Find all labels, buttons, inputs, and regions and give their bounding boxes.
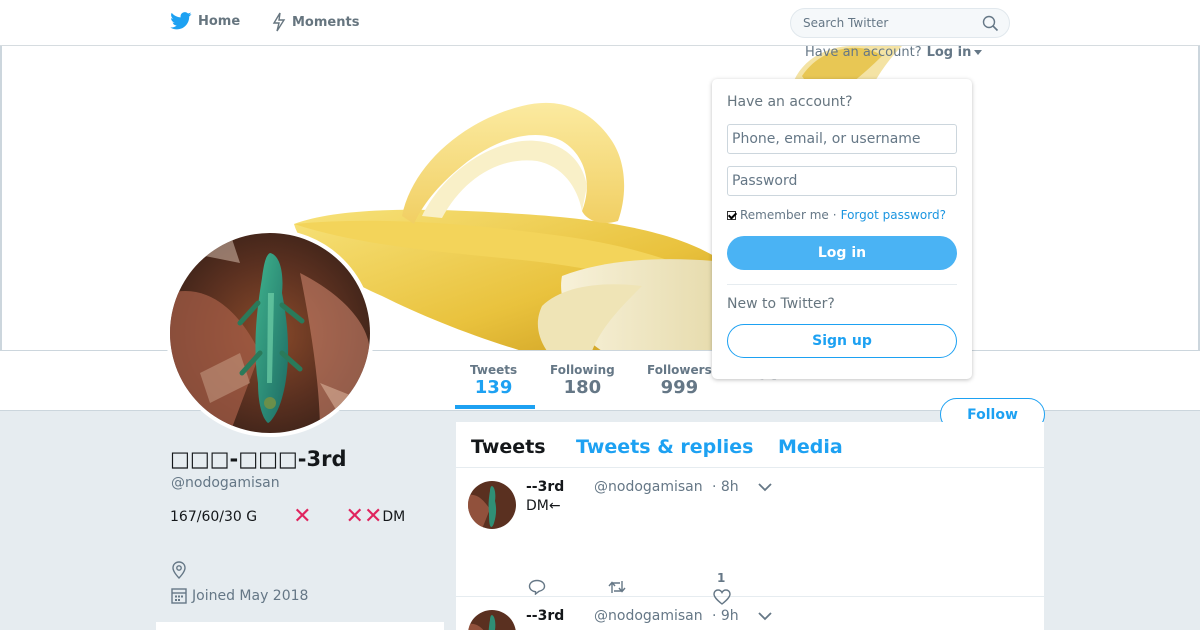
signup-heading: New to Twitter? [727,296,835,312]
stat-following[interactable]: Following 180 [550,363,615,398]
login-button[interactable]: Log in [727,236,957,270]
profile-joined-date: Joined May 2018 [171,587,308,604]
login-heading: Have an account? [727,94,853,110]
sidebar-card [156,622,444,630]
nav-home-label: Home [198,13,241,29]
tweet-author-name[interactable]: --3rd [526,608,564,624]
tweet[interactable]: --3rd @nodogamisan · 8h DM← 1 [456,469,1044,605]
nav-moments-label: Moments [292,14,360,30]
stat-label: Followers [647,363,712,377]
stat-value: 139 [474,377,513,398]
stat-value: 999 [660,377,699,398]
retweet-icon[interactable] [608,579,626,595]
bio-red-mark: ✕✕ [345,504,383,529]
timeline-tabs: Tweets Tweets & replies Media [456,422,1044,468]
tweet-author-handle[interactable]: @nodogamisan [594,608,703,624]
active-stat-underline [455,405,535,409]
login-toggle-prompt: Have an account? [805,45,922,60]
signup-button[interactable]: Sign up [727,324,957,358]
remember-checkbox[interactable] [727,210,736,220]
tab-tweets[interactable]: Tweets [471,436,546,458]
calendar-icon [171,588,187,604]
chevron-down-icon[interactable] [758,612,772,621]
profile-avatar[interactable] [166,229,374,437]
stat-value: 180 [563,377,602,398]
bio-red-mark: ✕ [293,504,312,529]
twitter-bird-icon [170,12,192,30]
nav-moments[interactable]: Moments [272,12,359,32]
like-count: 1 [717,571,726,585]
stat-label: Tweets [470,363,518,377]
stat-tweets[interactable]: Tweets 139 [470,363,517,398]
location-pin-icon [172,561,186,579]
remember-row: Remember me · Forgot password? [727,208,946,222]
nav-home[interactable]: Home [170,12,240,30]
separator-dot: · [832,208,837,222]
tweet[interactable]: --3rd @nodogamisan · 9h [456,598,1044,630]
chevron-down-icon[interactable] [758,483,772,492]
timeline: Tweets Tweets & replies Media --3rd @nod… [456,422,1044,630]
top-navigation-bar: Home Moments [0,0,1200,46]
username-field[interactable] [727,124,957,154]
login-dropdown: Have an account? Remember me · Forgot pa… [712,79,972,379]
tweet-avatar[interactable] [468,481,516,529]
tweet-timestamp[interactable]: · 9h [712,608,739,624]
forgot-password-link[interactable]: Forgot password? [841,208,946,222]
chameleon-avatar-image [468,481,516,529]
tab-media[interactable]: Media [778,436,843,458]
stat-followers[interactable]: Followers 999 [647,363,712,398]
profile-display-name: □□□-□□□-3rd [170,447,347,471]
divider [727,284,957,285]
tweet-author-handle[interactable]: @nodogamisan [594,479,703,495]
profile-bio: 167/60/30 G ✕ ✕✕ DM [170,506,405,528]
lightning-bolt-icon [272,12,286,32]
bio-tail-text: DM [382,509,406,525]
login-toggle-link[interactable]: Log in [927,45,972,60]
chameleon-avatar-image [170,233,370,433]
bio-text: 167/60/30 G [170,509,258,525]
tweet-text: DM← [526,498,561,514]
tweet-avatar[interactable] [468,610,516,630]
login-toggle[interactable]: Have an account? Log in [805,45,983,60]
tab-tweets-and-replies[interactable]: Tweets & replies [576,436,753,458]
search-icon[interactable] [982,15,999,32]
tweet-author-name[interactable]: --3rd [526,479,564,495]
profile-screen-name[interactable]: @nodogamisan [171,475,280,491]
caret-down-icon [974,50,983,55]
stat-label: Following [550,363,615,377]
joined-label: Joined May 2018 [192,587,309,604]
password-field[interactable] [727,166,957,196]
reply-icon[interactable] [528,579,546,595]
tweet-timestamp[interactable]: · 8h [712,479,739,495]
remember-label[interactable]: Remember me [740,208,829,222]
chameleon-avatar-image [468,610,516,630]
search-box[interactable] [790,8,1010,38]
search-input[interactable] [803,16,973,30]
